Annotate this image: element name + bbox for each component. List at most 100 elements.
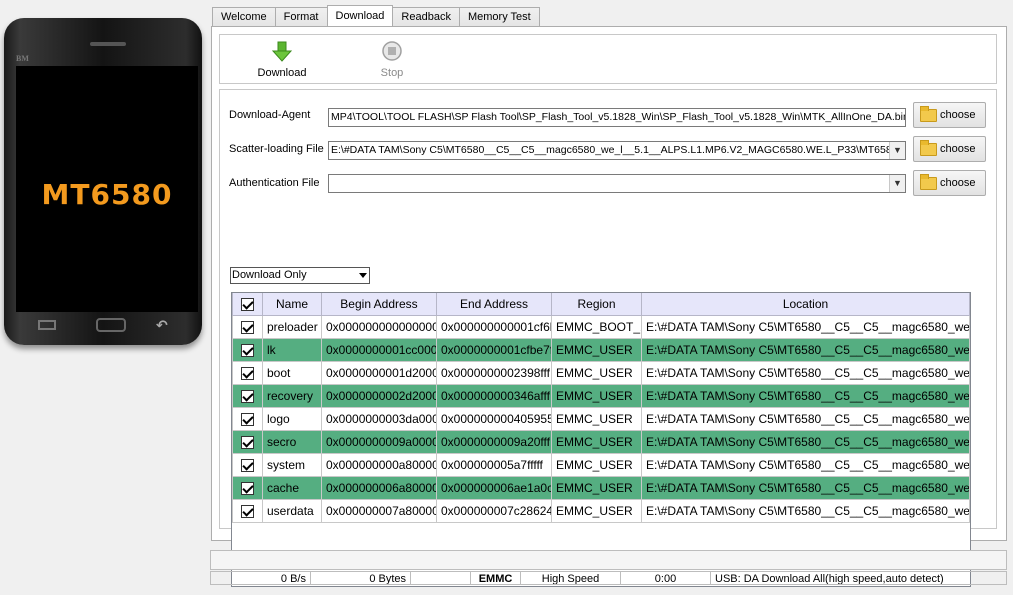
row-checkbox[interactable] <box>232 406 263 431</box>
begin-address: 0x0000000000000000 <box>321 314 437 339</box>
checkbox-icon <box>241 481 254 495</box>
end-address: 0x000000005a7fffff <box>436 452 552 477</box>
begin-address: 0x0000000003da0000 <box>321 406 437 431</box>
table-row[interactable]: cache 0x000000006a800000 0x000000006ae1a… <box>232 475 970 500</box>
row-checkbox[interactable] <box>232 452 263 477</box>
partition-name: recovery <box>262 383 322 408</box>
begin-address: 0x000000000a800000 <box>321 452 437 477</box>
row-checkbox[interactable] <box>232 383 263 408</box>
end-address: 0x0000000001cfbe7f <box>436 337 552 362</box>
progress-bar <box>210 550 1007 570</box>
checkbox-icon <box>241 389 254 403</box>
end-address: 0x000000000405955d <box>436 406 552 431</box>
end-address: 0x000000000346afff <box>436 383 552 408</box>
phone-model-label: MT6580 <box>41 178 173 211</box>
status-time: 0:00 <box>620 571 710 585</box>
checkbox-icon <box>241 366 254 380</box>
toolbar: Download Stop <box>219 34 997 84</box>
download-arrow-icon <box>271 41 293 62</box>
checkbox-icon <box>241 504 254 518</box>
row-checkbox[interactable] <box>232 360 263 385</box>
row-checkbox[interactable] <box>232 498 263 523</box>
tab-format[interactable]: Format <box>274 7 328 26</box>
column-header-name: Name <box>262 293 322 316</box>
partition-name: userdata <box>262 498 322 523</box>
table-header-row: Name Begin Address End Address Region Lo… <box>232 293 970 316</box>
table-row[interactable]: boot 0x0000000001d20000 0x0000000002398f… <box>232 360 970 385</box>
download-mode-select[interactable]: Download Only <box>230 267 370 284</box>
region: EMMC_USER <box>551 337 642 362</box>
row-checkbox[interactable] <box>232 337 263 362</box>
tab-memory-test[interactable]: Memory Test <box>458 7 540 26</box>
column-header-begin-address: Begin Address <box>321 293 437 316</box>
region: EMMC_USER <box>551 498 642 523</box>
checkbox-icon <box>241 320 254 334</box>
home-key-icon <box>96 318 126 332</box>
phone-illustration: BM MT6580 ↶ <box>4 18 202 345</box>
table-row[interactable]: preloader 0x0000000000000000 0x000000000… <box>232 314 970 339</box>
tab-readback[interactable]: Readback <box>392 7 460 26</box>
end-address: 0x0000000009a20fff <box>436 429 552 454</box>
region: EMMC_USER <box>551 429 642 454</box>
region: EMMC_USER <box>551 383 642 408</box>
location: E:\#DATA TAM\Sony C5\MT6580__C5__C5__mag… <box>641 360 970 385</box>
row-checkbox[interactable] <box>232 475 263 500</box>
checkbox-icon <box>241 435 254 449</box>
download-button[interactable]: Download <box>252 41 312 79</box>
end-address: 0x0000000002398fff <box>436 360 552 385</box>
chevron-down-icon[interactable]: ▼ <box>889 142 905 159</box>
column-header-end-address: End Address <box>436 293 552 316</box>
folder-icon <box>920 174 937 190</box>
phone-keys: ↶ <box>16 312 198 338</box>
end-address: 0x000000007c28624f <box>436 498 552 523</box>
auth-file-choose-button[interactable]: choose <box>913 170 986 196</box>
auth-file-combo[interactable]: ▼ <box>328 174 906 193</box>
chevron-down-icon[interactable]: ▼ <box>889 175 905 192</box>
tab-download[interactable]: Download <box>326 5 394 26</box>
download-mode-value: Download Only <box>232 269 307 281</box>
phone-screen: MT6580 <box>16 66 198 312</box>
location: E:\#DATA TAM\Sony C5\MT6580__C5__C5__mag… <box>641 429 970 454</box>
back-key-icon: ↶ <box>156 317 168 333</box>
chevron-down-icon <box>359 273 367 278</box>
choose-label: choose <box>940 109 976 121</box>
scatter-file-choose-button[interactable]: choose <box>913 136 986 162</box>
scatter-file-combo[interactable]: E:\#DATA TAM\Sony C5\MT6580__C5__C5__mag… <box>328 141 906 160</box>
partition-name: preloader <box>262 314 322 339</box>
menu-key-icon <box>38 320 56 330</box>
status-blank <box>410 571 470 585</box>
partition-name: secro <box>262 429 322 454</box>
stop-button-label: Stop <box>380 67 404 79</box>
table-row[interactable]: logo 0x0000000003da0000 0x00000000040595… <box>232 406 970 431</box>
scatter-file-value: E:\#DATA TAM\Sony C5\MT6580__C5__C5__mag… <box>331 144 898 156</box>
status-bytes: 0 Bytes <box>310 571 410 585</box>
region: EMMC_USER <box>551 406 642 431</box>
download-agent-field[interactable]: MP4\TOOL\TOOL FLASH\SP Flash Tool\SP_Fla… <box>328 108 906 127</box>
choose-label: choose <box>940 177 976 189</box>
row-checkbox[interactable] <box>232 429 263 454</box>
row-checkbox[interactable] <box>232 314 263 339</box>
table-row[interactable]: lk 0x0000000001cc0000 0x0000000001cfbe7f… <box>232 337 970 362</box>
tab-bar: Welcome Format Download Readback Memory … <box>212 5 540 26</box>
table-row[interactable]: system 0x000000000a800000 0x000000005a7f… <box>232 452 970 477</box>
stop-button[interactable]: Stop <box>362 41 422 79</box>
region: EMMC_BOOT_1 <box>551 314 642 339</box>
status-connection: USB: DA Download All(high speed,auto det… <box>710 571 1007 585</box>
location: E:\#DATA TAM\Sony C5\MT6580__C5__C5__mag… <box>641 452 970 477</box>
location: E:\#DATA TAM\Sony C5\MT6580__C5__C5__mag… <box>641 475 970 500</box>
checkbox-icon <box>241 458 254 472</box>
table-row[interactable]: userdata 0x000000007a800000 0x000000007c… <box>232 498 970 523</box>
table-row[interactable]: secro 0x0000000009a00000 0x0000000009a20… <box>232 429 970 454</box>
download-agent-choose-button[interactable]: choose <box>913 102 986 128</box>
folder-icon <box>920 140 937 156</box>
location: E:\#DATA TAM\Sony C5\MT6580__C5__C5__mag… <box>641 406 970 431</box>
select-all-checkbox[interactable] <box>232 293 263 316</box>
checkbox-icon <box>241 412 254 426</box>
column-header-location: Location <box>641 293 970 316</box>
begin-address: 0x0000000001d20000 <box>321 360 437 385</box>
status-bar: 0 B/s 0 Bytes EMMC High Speed 0:00 USB: … <box>210 571 1007 585</box>
choose-label: choose <box>940 143 976 155</box>
tab-welcome[interactable]: Welcome <box>212 7 276 26</box>
end-address: 0x000000000001cf6b <box>436 314 552 339</box>
table-row[interactable]: recovery 0x0000000002d20000 0x0000000003… <box>232 383 970 408</box>
